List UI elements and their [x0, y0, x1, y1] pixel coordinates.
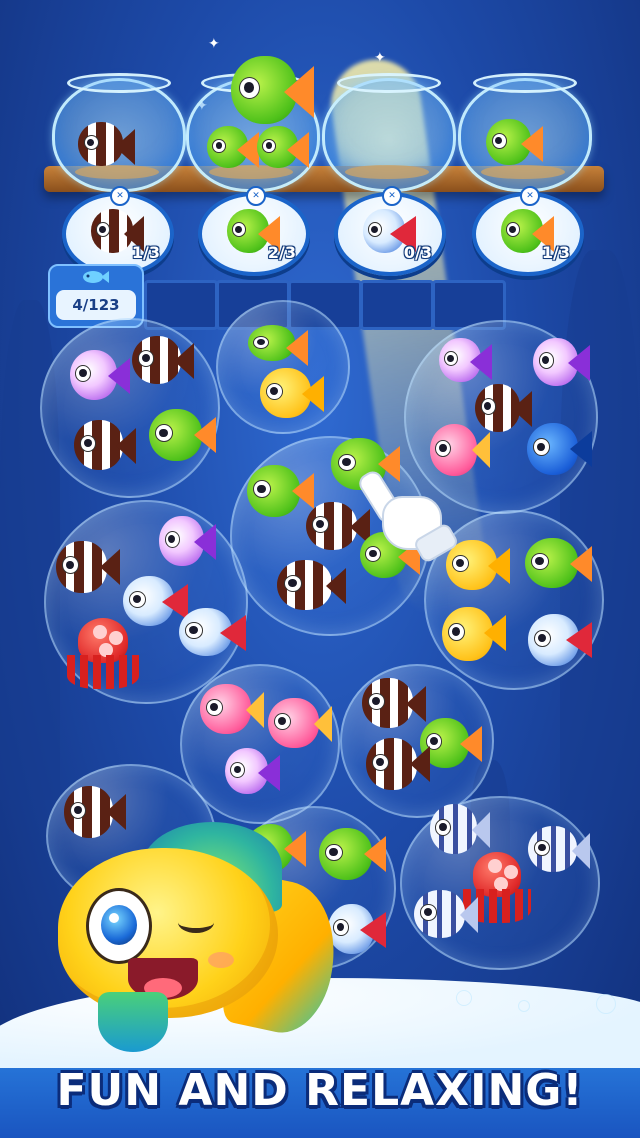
angelfish[interactable]	[420, 798, 490, 860]
holding-slot	[360, 280, 434, 330]
betta-fish[interactable]	[168, 602, 246, 662]
green-fish[interactable]	[514, 532, 592, 594]
striped-fish[interactable]	[64, 414, 136, 476]
angelfish[interactable]	[404, 884, 478, 944]
bowl-sand	[345, 165, 429, 179]
game-stage: ✦ ✦ ✦ ✕ 1/3 ✕ 2/3 ✕ 0/3 ✕	[0, 0, 640, 1138]
striped-fish[interactable]	[356, 732, 430, 796]
air-bubble	[456, 990, 472, 1006]
fish-icon	[83, 271, 109, 283]
striped-fish[interactable]	[46, 534, 120, 600]
yellow-fish[interactable]	[250, 362, 324, 424]
striped-fish[interactable]	[122, 330, 194, 390]
close-icon: ✕	[520, 186, 540, 206]
green-fish[interactable]	[238, 320, 308, 367]
tap-hand-pointer	[355, 467, 460, 565]
fish-bowl[interactable]	[52, 73, 186, 192]
bowl-rim	[337, 73, 441, 93]
fish-bowl[interactable]	[458, 73, 592, 192]
blue-fish[interactable]	[516, 416, 592, 482]
bowl-rim	[473, 73, 577, 93]
green-fish[interactable]	[138, 402, 216, 468]
octopus[interactable]	[64, 618, 142, 690]
pufferfish[interactable]	[190, 678, 264, 740]
target-badge: ✕ 0/3	[334, 186, 446, 276]
striped-fish[interactable]	[266, 554, 346, 616]
betta-fish[interactable]	[518, 608, 592, 672]
target-count: 1/3	[541, 243, 570, 262]
purple-fish[interactable]	[60, 344, 130, 406]
sparkle-icon: ✦	[374, 50, 386, 66]
yellow-fish[interactable]	[432, 600, 506, 668]
bowl-rim	[67, 73, 171, 93]
purple-fish[interactable]	[150, 510, 216, 572]
air-bubble	[518, 1000, 530, 1012]
close-icon: ✕	[382, 186, 402, 206]
target-count: 0/3	[403, 243, 432, 262]
striped-fish	[69, 117, 135, 171]
green-fish	[477, 113, 543, 171]
fish-progress-value: 4/123	[56, 290, 136, 320]
fish-bowl[interactable]	[322, 73, 456, 192]
purple-fish[interactable]	[524, 332, 590, 392]
close-icon: ✕	[110, 186, 130, 206]
purple-fish[interactable]	[216, 742, 280, 800]
target-badge: ✕ 2/3	[198, 186, 310, 276]
close-icon: ✕	[246, 186, 266, 206]
promo-banner-text: FUN AND RELAXING!	[56, 1065, 584, 1116]
target-count: 1/3	[131, 243, 160, 262]
target-count: 2/3	[267, 243, 296, 262]
air-bubble	[596, 994, 616, 1014]
mascot-yellow-fish	[58, 822, 349, 1052]
falling-green-fish	[218, 48, 314, 132]
target-badge: ✕ 1/3	[472, 186, 584, 276]
